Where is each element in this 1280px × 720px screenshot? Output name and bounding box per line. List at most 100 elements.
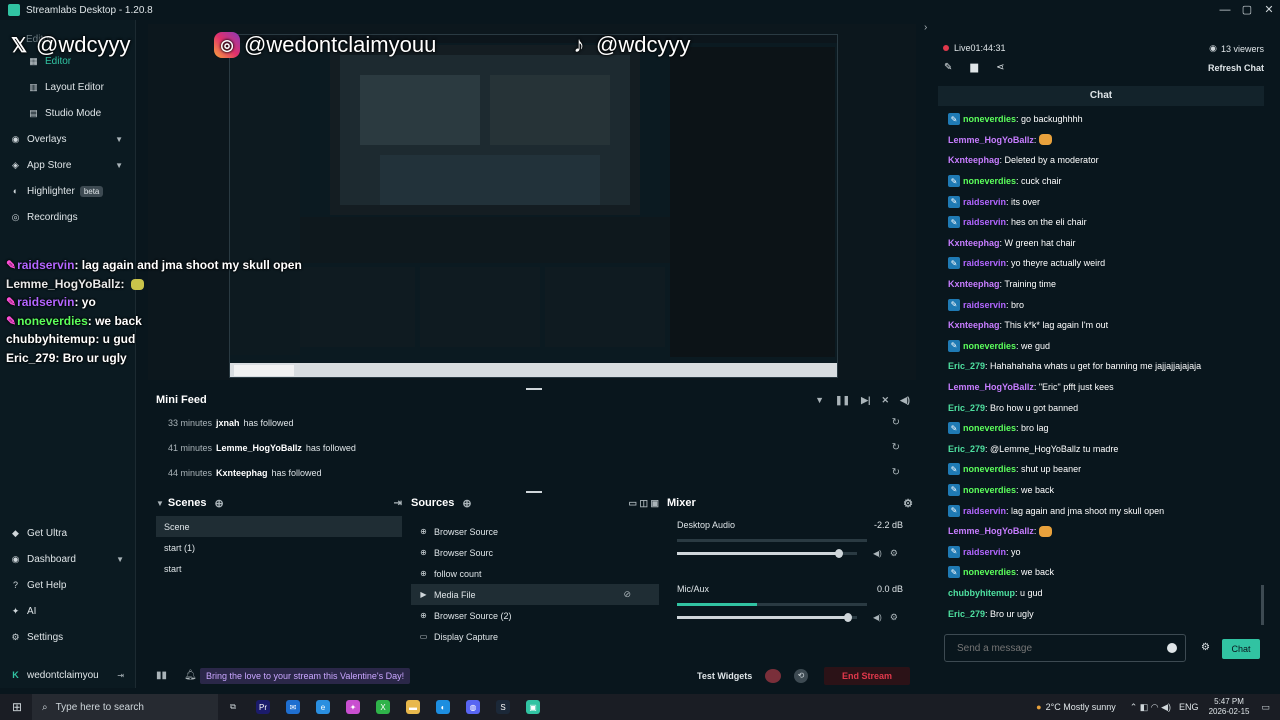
chat-username[interactable]: noneverdies [963,341,1016,351]
chat-username[interactable]: Lemme_HogYoBallz [948,526,1034,536]
send-chat-button[interactable]: Chat [1222,639,1260,659]
discord-icon[interactable]: ◍ [466,700,480,714]
pause-icon[interactable]: ❚❚ [835,395,850,406]
clock-time[interactable]: 5:47 PM [1209,697,1250,707]
chat-username[interactable]: noneverdies [963,567,1016,577]
sidebar-item-get-help[interactable]: ? Get Help [0,572,136,598]
chevron-down-icon[interactable]: ▼ [116,555,124,564]
visibility-hidden-icon[interactable]: ⊘ [623,589,631,600]
mute-alerts-icon[interactable]: ✕ [882,395,890,406]
scene-item[interactable]: Scene [156,516,402,537]
xbox-icon[interactable]: X [376,700,390,714]
repeat-alert-icon[interactable]: ↻ [892,467,900,478]
stats-icon[interactable]: ▮▮ [156,670,167,681]
folder-icon[interactable]: ▆ [970,62,978,73]
repeat-alert-icon[interactable]: ↻ [892,442,900,453]
chevron-down-icon[interactable]: ▼ [115,161,123,170]
chat-input-box[interactable] [944,634,1186,662]
steam-icon[interactable]: S [496,700,510,714]
sidebar-item-settings[interactable]: ⚙ Settings [0,624,136,650]
sidebar-item-studio-mode[interactable]: ▤ Studio Mode [0,100,135,126]
language-indicator[interactable]: ENG [1179,702,1199,712]
notification-icon[interactable]: ▭ [1261,702,1270,713]
chat-message-list[interactable]: ✎ noneverdies: go backughhhh Lemme_HogYoBa… [938,109,1264,624]
track-settings-icon[interactable]: ⚙ [890,548,898,559]
sidebar-item-get-ultra[interactable]: ◆ Get Ultra [0,520,136,546]
close-button[interactable]: ✕ [1258,0,1280,20]
mixer-settings-icon[interactable]: ⚙ [903,497,913,510]
source-item[interactable]: ▭ Display Capture [411,626,659,647]
chat-username[interactable]: noneverdies [963,423,1016,433]
chat-username[interactable]: raidservin [963,300,1006,310]
chat-username[interactable]: raidservin [963,217,1006,227]
valentines-promo-banner[interactable]: Bring the love to your stream this Valen… [200,668,411,684]
volume-slider-knob[interactable] [844,613,852,622]
chat-username[interactable]: Kxnteephag [948,279,1000,289]
logout-icon[interactable]: ⇥ [117,671,124,680]
task-view-icon[interactable]: ⧉ [226,700,240,714]
windows-start-icon[interactable]: ⊞ [10,700,24,714]
file-explorer-icon[interactable]: ▬ [406,700,420,714]
chat-username[interactable]: Eric_279 [948,609,985,619]
copilot-icon[interactable]: ✦ [346,700,360,714]
source-item[interactable]: ⊕ Browser Sourc [411,542,659,563]
resize-handle-2[interactable] [526,491,542,493]
chat-username[interactable]: noneverdies [963,485,1016,495]
chat-username[interactable]: Lemme_HogYoBallz [948,382,1034,392]
source-item[interactable]: ⊕ Browser Source [411,521,659,542]
user-profile[interactable]: K wedontclaimyou ⇥ [0,662,136,688]
refresh-chat-button[interactable]: Refresh Chat [1208,63,1264,73]
edge-icon[interactable]: e [316,700,330,714]
clock-date[interactable]: 2026-02-15 [1209,707,1250,717]
scene-item[interactable]: start [156,558,402,579]
emoji-icon[interactable] [1167,643,1177,653]
chat-message-input[interactable] [945,642,1155,654]
source-item[interactable]: ⊕ Browser Source (2) [411,605,659,626]
taskbar-search-box[interactable]: ⌕ Type here to search [32,694,218,720]
browser-icon[interactable]: ◐ [436,700,450,714]
add-source-icon[interactable]: ⊕ [462,497,471,510]
volume-slider-knob[interactable] [835,549,843,558]
alert-bell-icon[interactable]: 🔔︎ [184,670,197,681]
chat-username[interactable]: noneverdies [963,176,1016,186]
tray-icons[interactable]: ⌃ ◧ ◠ ◀) [1130,702,1171,713]
filter-icon[interactable]: ▼ [815,395,824,406]
end-stream-button[interactable]: End Stream [824,667,910,685]
sidebar-item-overlays[interactable]: ◉ Overlays ▼ [0,126,135,152]
chat-username[interactable]: Eric_279 [948,361,985,371]
history-icon[interactable]: ⟲ [794,669,808,683]
mail-icon[interactable]: ✉ [286,700,300,714]
chat-username[interactable]: Kxnteephag [948,320,1000,330]
chat-username[interactable]: chubbyhitemup [948,588,1015,598]
minimize-button[interactable]: — [1214,0,1236,20]
mute-speaker-icon[interactable]: ◀) [873,549,882,558]
premiere-icon[interactable]: Pr [256,700,270,714]
chat-username[interactable]: raidservin [963,506,1006,516]
chat-username[interactable]: noneverdies [963,464,1016,474]
chat-username[interactable]: Kxnteephag [948,155,1000,165]
volume-icon[interactable]: ◀) [900,395,910,406]
sidebar-item-app-store[interactable]: ◈ App Store ▼ [0,152,135,178]
streamlabs-taskbar-icon[interactable]: ▣ [526,700,540,714]
volume-slider[interactable] [677,549,857,558]
weather-text[interactable]: 2°C Mostly sunny [1046,702,1116,712]
expand-chevron-icon[interactable]: › [924,22,927,33]
repeat-alert-icon[interactable]: ↻ [892,417,900,428]
source-item[interactable]: ⊕ follow count [411,563,659,584]
share-icon[interactable]: ⋖ [996,62,1004,73]
sidebar-item-ai[interactable]: ✦ AI [0,598,136,624]
test-widgets-label[interactable]: Test Widgets [697,671,752,681]
chat-username[interactable]: Kxnteephag [948,238,1000,248]
chat-username[interactable]: raidservin [963,197,1006,207]
scene-transition-icon[interactable]: ⇥ [394,498,402,509]
chat-username[interactable]: Lemme_HogYoBallz [948,135,1034,145]
chat-username[interactable]: raidservin [963,258,1006,268]
scene-item[interactable]: start (1) [156,537,402,558]
chat-username[interactable]: Eric_279 [948,403,985,413]
source-tools-icon[interactable]: ▭ ◫ ▣ [628,498,659,509]
chat-username[interactable]: raidservin [963,547,1006,557]
skip-icon[interactable]: ▶| [861,395,870,406]
mute-speaker-icon[interactable]: ◀) [873,613,882,622]
sidebar-item-dashboard[interactable]: ◉ Dashboard ▼ [0,546,136,572]
edit-icon[interactable]: ✎ [944,62,952,73]
